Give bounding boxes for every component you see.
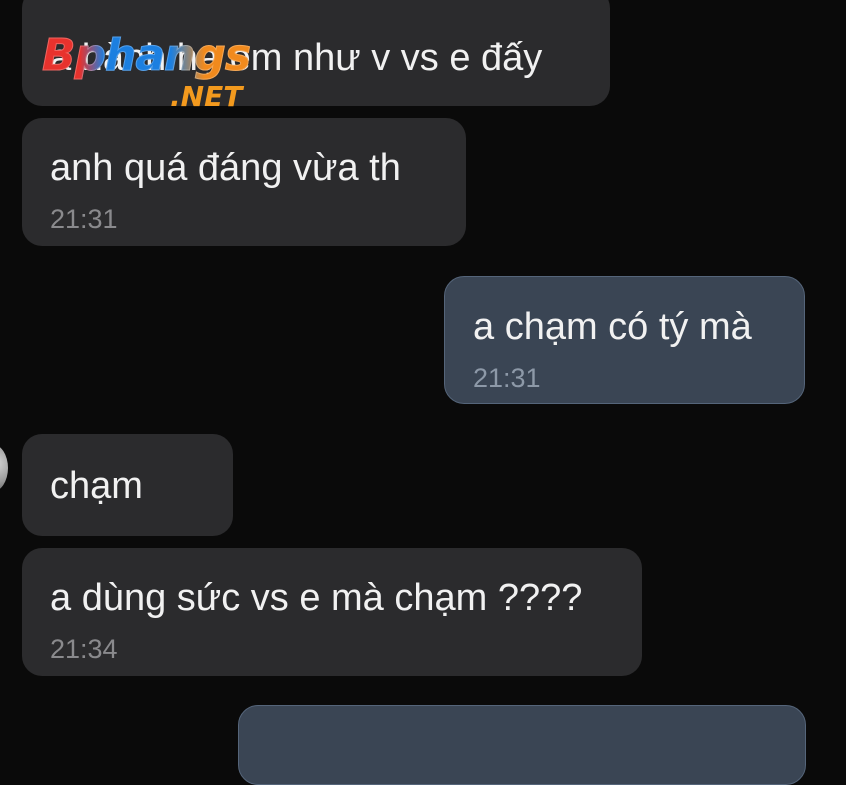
message-bubble-outgoing[interactable]: a chạm có tý mà 21:31 bbox=[444, 276, 805, 404]
message-text: a hành hạ em như v vs e đấy bbox=[50, 37, 543, 79]
message-bubble-incoming[interactable]: anh quá đáng vừa th 21:31 bbox=[22, 118, 466, 246]
message-bubble-outgoing[interactable] bbox=[238, 705, 806, 785]
message-bubble-incoming[interactable]: a dùng sức vs e mà chạm ???? 21:34 bbox=[22, 548, 642, 676]
message-text: anh quá đáng vừa th bbox=[50, 147, 401, 189]
message-text: a chạm có tý mà bbox=[473, 306, 752, 348]
contact-avatar[interactable] bbox=[0, 444, 8, 492]
message-timestamp: 21:31 bbox=[473, 363, 541, 393]
message-text: chạm bbox=[50, 465, 143, 507]
message-bubble-incoming[interactable]: a hành hạ em như v vs e đấy bbox=[22, 0, 610, 106]
message-text: a dùng sức vs e mà chạm ???? bbox=[50, 577, 583, 619]
message-bubble-incoming[interactable]: chạm bbox=[22, 434, 233, 536]
message-timestamp: 21:34 bbox=[50, 634, 118, 664]
message-timestamp: 21:31 bbox=[50, 204, 118, 234]
